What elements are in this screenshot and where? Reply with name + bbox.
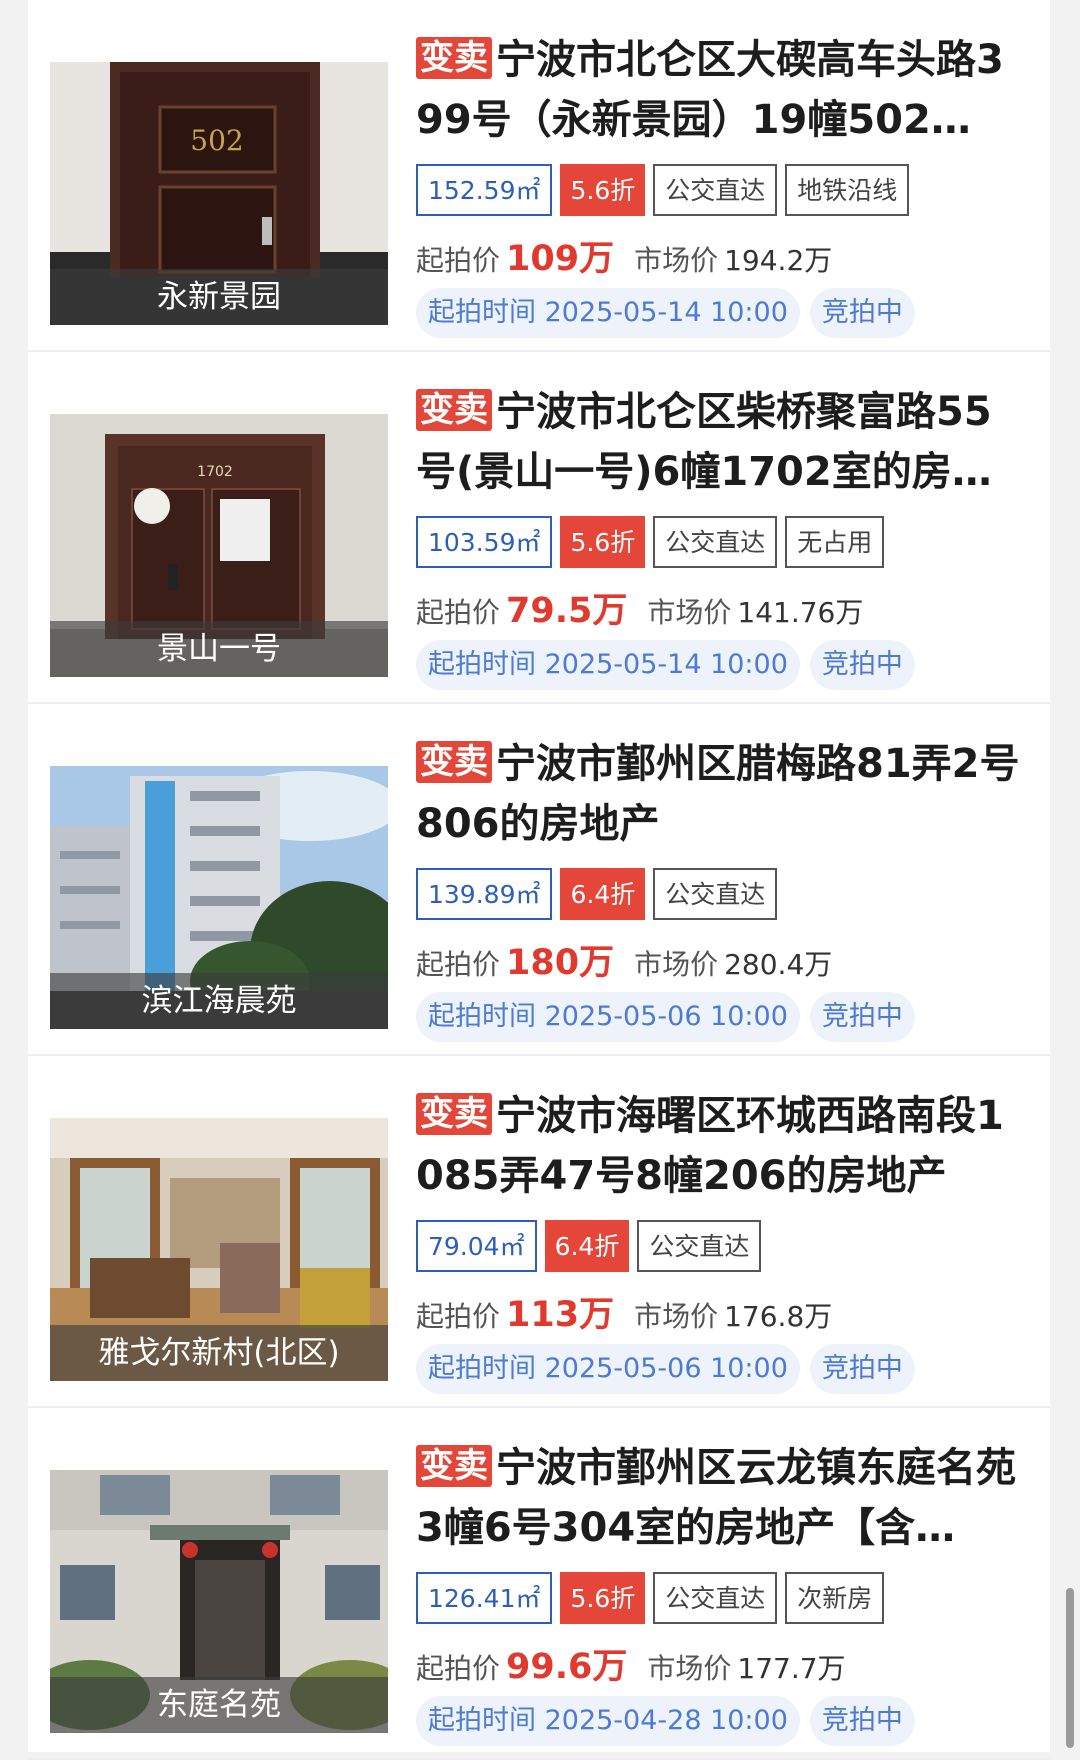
discount-tag: 5.6折 (560, 164, 646, 216)
market-price-label: 市场价 (634, 1300, 719, 1333)
start-price-label: 起拍价 (416, 948, 501, 981)
listing-title-text: 宁波市北仑区柴桥聚富路55号(景山一号)6幢1702室的房地… (416, 389, 992, 495)
auction-time-row: 起拍时间 2025-04-28 10:00 竞拍中 (416, 1696, 1026, 1748)
door-number-label: 1702 (197, 464, 233, 480)
listing-title[interactable]: 变卖 宁波市鄞州区腊梅路81弄2号806的房地产 (416, 734, 1026, 854)
listing-title-text: 宁波市鄞州区云龙镇东庭名苑3幢6号304室的房地产【含… (416, 1445, 1016, 1551)
auction-start-time: 起拍时间 2025-05-14 10:00 (416, 288, 800, 338)
auction-listing-list: 502 永新景园 变卖 宁波市北仑区大碶高车头路399号（永新景园）19幢502…… (28, 0, 1050, 1760)
auction-status-badge: 竞拍中 (809, 640, 915, 690)
market-price-value: 280.4万 (724, 948, 833, 981)
auction-status-badge: 竞拍中 (809, 1696, 915, 1746)
tag-row: 152.59㎡ 5.6折 公交直达 地铁沿线 (416, 164, 1026, 220)
area-tag: 126.41㎡ (416, 1572, 553, 1624)
listing-card[interactable]: 东庭名苑 变卖 宁波市鄞州区云龙镇东庭名苑3幢6号304室的房地产【含… 126.… (28, 1408, 1050, 1760)
feature-tag: 无占用 (785, 516, 885, 568)
start-price-value: 113万 (506, 1295, 615, 1335)
listing-thumbnail[interactable]: 1702 景山一号 (50, 414, 388, 677)
sale-type-badge: 变卖 (416, 1445, 492, 1487)
sale-type-badge: 变卖 (416, 37, 492, 79)
tag-row: 126.41㎡ 5.6折 公交直达 次新房 (416, 1572, 1026, 1628)
auction-status-badge: 竞拍中 (809, 1344, 915, 1394)
start-price-value: 180万 (506, 943, 615, 983)
auction-time-row: 起拍时间 2025-05-14 10:00 竞拍中 (416, 288, 1026, 340)
listing-card[interactable]: 1702 景山一号 变卖 宁波市北仑区柴桥聚富路55号(景山一号)6幢1702室的… (28, 352, 1050, 704)
market-price-label: 市场价 (647, 596, 732, 629)
auction-start-time: 起拍时间 2025-05-06 10:00 (416, 992, 800, 1042)
auction-start-time: 起拍时间 2025-05-06 10:00 (416, 1344, 800, 1394)
auction-status-badge: 竞拍中 (809, 992, 915, 1042)
market-price-value: 176.8万 (724, 1300, 833, 1333)
auction-start-time: 起拍时间 2025-05-14 10:00 (416, 640, 800, 690)
listing-title[interactable]: 变卖 宁波市海曙区环城西路南段1085弄47号8幢206的房地产 (416, 1086, 1026, 1206)
listing-thumbnail[interactable]: 东庭名苑 (50, 1470, 388, 1733)
start-price-value: 99.6万 (506, 1647, 628, 1687)
price-row: 起拍价 180万 市场价 280.4万 (416, 934, 1026, 984)
price-row: 起拍价 109万 市场价 194.2万 (416, 230, 1026, 280)
feature-tag: 公交直达 (653, 516, 778, 568)
start-price-value: 109万 (506, 239, 615, 279)
community-name: 滨江海晨苑 (50, 973, 388, 1029)
listing-card[interactable]: 雅戈尔新村(北区) 变卖 宁波市海曙区环城西路南段1085弄47号8幢206的房地… (28, 1056, 1050, 1408)
auction-time-row: 起拍时间 2025-05-06 10:00 竞拍中 (416, 992, 1026, 1044)
listing-title[interactable]: 变卖 宁波市北仑区大碶高车头路399号（永新景园）19幢502… (416, 30, 1026, 150)
start-price-value: 79.5万 (506, 591, 628, 631)
start-price-label: 起拍价 (416, 1300, 501, 1333)
price-row: 起拍价 79.5万 市场价 141.76万 (416, 582, 1026, 632)
listing-title-text: 宁波市海曙区环城西路南段1085弄47号8幢206的房地产 (416, 1093, 1004, 1199)
listing-title[interactable]: 变卖 宁波市鄞州区云龙镇东庭名苑3幢6号304室的房地产【含… (416, 1438, 1026, 1558)
discount-tag: 6.4折 (560, 868, 646, 920)
sale-type-badge: 变卖 (416, 741, 492, 783)
feature-tag: 次新房 (785, 1572, 885, 1624)
tag-row: 103.59㎡ 5.6折 公交直达 无占用 (416, 516, 1026, 572)
listing-card[interactable]: 滨江海晨苑 变卖 宁波市鄞州区腊梅路81弄2号806的房地产 139.89㎡ 6.4… (28, 704, 1050, 1056)
auction-start-time: 起拍时间 2025-04-28 10:00 (416, 1696, 800, 1746)
market-price-value: 177.7万 (737, 1652, 846, 1685)
discount-tag: 5.6折 (560, 1572, 646, 1624)
market-price-label: 市场价 (634, 244, 719, 277)
door-number-label: 502 (190, 124, 243, 157)
sale-type-badge: 变卖 (416, 1093, 492, 1135)
price-row: 起拍价 99.6万 市场价 177.7万 (416, 1638, 1026, 1688)
listing-title[interactable]: 变卖宁波市北仑区柴桥聚富路55号(景山一号)6幢1702室的房地… (416, 382, 1026, 502)
listing-thumbnail[interactable]: 502 永新景园 (50, 62, 388, 325)
listing-thumbnail[interactable]: 雅戈尔新村(北区) (50, 1118, 388, 1381)
feature-tag: 公交直达 (653, 1572, 778, 1624)
start-price-label: 起拍价 (416, 244, 501, 277)
feature-tag: 地铁沿线 (785, 164, 910, 216)
auction-time-row: 起拍时间 2025-05-14 10:00 竞拍中 (416, 640, 1026, 692)
discount-tag: 5.6折 (560, 516, 646, 568)
sale-type-badge: 变卖 (416, 389, 492, 431)
area-tag: 152.59㎡ (416, 164, 553, 216)
market-price-label: 市场价 (634, 948, 719, 981)
vertical-scrollbar[interactable] (1066, 1588, 1074, 1748)
feature-tag: 公交直达 (653, 868, 778, 920)
area-tag: 103.59㎡ (416, 516, 553, 568)
listing-title-text: 宁波市鄞州区腊梅路81弄2号806的房地产 (416, 741, 1020, 847)
community-name: 景山一号 (50, 621, 388, 677)
community-name: 东庭名苑 (50, 1677, 388, 1733)
start-price-label: 起拍价 (416, 1652, 501, 1685)
price-row: 起拍价 113万 市场价 176.8万 (416, 1286, 1026, 1336)
listing-thumbnail[interactable]: 滨江海晨苑 (50, 766, 388, 1029)
area-tag: 79.04㎡ (416, 1220, 537, 1272)
market-price-value: 141.76万 (737, 596, 864, 629)
auction-status-badge: 竞拍中 (809, 288, 915, 338)
auction-time-row: 起拍时间 2025-05-06 10:00 竞拍中 (416, 1344, 1026, 1396)
area-tag: 139.89㎡ (416, 868, 553, 920)
tag-row: 139.89㎡ 6.4折 公交直达 (416, 868, 1026, 924)
market-price-label: 市场价 (647, 1652, 732, 1685)
listing-card[interactable]: 502 永新景园 变卖 宁波市北仑区大碶高车头路399号（永新景园）19幢502…… (28, 0, 1050, 352)
discount-tag: 6.4折 (544, 1220, 630, 1272)
feature-tag: 公交直达 (637, 1220, 762, 1272)
market-price-value: 194.2万 (724, 244, 833, 277)
feature-tag: 公交直达 (653, 164, 778, 216)
community-name: 雅戈尔新村(北区) (50, 1325, 388, 1381)
community-name: 永新景园 (50, 269, 388, 325)
listing-title-text: 宁波市北仑区大碶高车头路399号（永新景园）19幢502… (416, 37, 1004, 143)
tag-row: 79.04㎡ 6.4折 公交直达 (416, 1220, 1026, 1276)
start-price-label: 起拍价 (416, 596, 501, 629)
